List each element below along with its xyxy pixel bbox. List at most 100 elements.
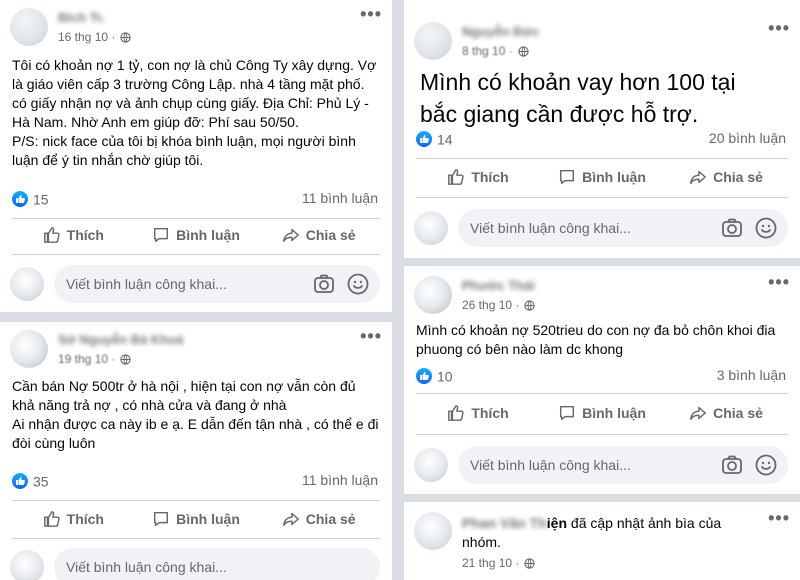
share-icon (690, 170, 707, 185)
avatar[interactable] (414, 276, 452, 314)
avatar[interactable] (414, 211, 448, 245)
thumbs-up-icon (448, 169, 465, 185)
post-meta: 21 thg 10 · (462, 556, 536, 570)
avatar[interactable] (414, 512, 452, 550)
divider (416, 393, 788, 394)
comment-input[interactable]: Viết bình luận công khai... (458, 446, 788, 484)
comment-placeholder: Viết bình luận công khai... (66, 276, 227, 292)
comment-label: Bình luận (582, 169, 646, 185)
post-meta: 8 thg 10 · (462, 44, 529, 58)
emoji-icon[interactable] (346, 272, 370, 296)
avatar[interactable] (10, 267, 44, 301)
author-name[interactable]: Nguyễn Đức (462, 24, 539, 39)
post-meta: 16 thg 10 · (58, 30, 132, 44)
more-options-icon[interactable]: ••• (360, 5, 382, 23)
post-card: Sở Nguyễn Bá Khoá 19 thg 10 · ••• Cần bá… (0, 322, 392, 580)
comment-count[interactable]: 20 bình luận (709, 130, 786, 146)
post-date[interactable]: 26 thg 10 · (462, 298, 519, 312)
activity-line: Phan Văn Thiện đã cập nhật ảnh bìa của n… (462, 514, 732, 552)
share-icon (690, 406, 707, 421)
post-card: Bích Tr. 16 thg 10 · ••• Tôi có khoản nợ… (0, 0, 392, 312)
divider (12, 500, 380, 501)
avatar[interactable] (10, 550, 44, 580)
reaction-count[interactable]: 14 (437, 131, 453, 147)
share-button[interactable]: Chia sẻ (664, 162, 788, 192)
comment-composer: Viết bình luận công khai... (414, 209, 788, 247)
action-bar: Thích Bình luận Chia sẻ (416, 162, 788, 192)
like-label: Thích (471, 169, 509, 185)
camera-icon[interactable] (720, 216, 744, 240)
post-card: Nguyễn Đức 8 thg 10 · ••• Mình có khoản … (404, 0, 800, 258)
comment-button[interactable]: Bình luận (540, 398, 664, 428)
action-bar: Thích Bình luận Chia sẻ (12, 504, 380, 534)
avatar[interactable] (414, 448, 448, 482)
globe-icon (524, 299, 536, 311)
post-header: Bích Tr. 16 thg 10 · ••• (10, 5, 382, 48)
comment-button[interactable]: Bình luận (135, 504, 258, 534)
globe-icon (524, 557, 536, 569)
divider (416, 197, 788, 198)
comment-button[interactable]: Bình luận (135, 220, 258, 250)
post-meta: 19 thg 10 · (58, 352, 132, 366)
comment-count[interactable]: 3 bình luận (717, 367, 786, 383)
reaction-count[interactable]: 35 (33, 473, 49, 489)
reaction-summary: 10 3 bình luận (416, 367, 786, 387)
like-button[interactable]: Thích (416, 162, 540, 192)
like-button[interactable]: Thích (12, 220, 135, 250)
share-label: Chia sẻ (305, 227, 356, 243)
comment-composer: Viết bình luận công khai... (414, 446, 788, 484)
comment-label: Bình luận (582, 405, 646, 421)
avatar[interactable] (10, 8, 48, 46)
comment-button[interactable]: Bình luận (540, 162, 664, 192)
divider (12, 254, 380, 255)
comment-composer: Viết bình luận công khai... (10, 265, 380, 303)
share-button[interactable]: Chia sẻ (257, 504, 380, 534)
post-date[interactable]: 21 thg 10 · (462, 556, 519, 570)
thumbs-up-icon (43, 511, 60, 527)
camera-icon[interactable] (720, 453, 744, 477)
like-reaction-icon[interactable] (12, 473, 28, 490)
like-reaction-icon[interactable] (416, 131, 432, 148)
post-text: Cần bán Nợ 500tr ở hà nội , hiện tại con… (12, 378, 379, 451)
author-name[interactable]: Sở Nguyễn Bá Khoá (58, 332, 184, 347)
comment-input[interactable]: Viết bình luận công khai... (54, 265, 380, 303)
post-header: Phan Văn Thiện đã cập nhật ảnh bìa của n… (414, 509, 790, 570)
author-name[interactable]: Phước Thái (462, 278, 535, 293)
reaction-count[interactable]: 10 (437, 368, 453, 384)
more-options-icon[interactable]: ••• (360, 327, 382, 345)
reaction-summary: 15 11 bình luận (12, 190, 378, 210)
share-button[interactable]: Chia sẻ (257, 220, 380, 250)
post-date[interactable]: 16 thg 10 · (58, 30, 115, 44)
reaction-count[interactable]: 15 (33, 191, 49, 207)
comment-icon (154, 227, 169, 243)
action-bar: Thích Bình luận Chia sẻ (416, 398, 788, 428)
comment-input[interactable]: Viết bình luận công khai... (458, 209, 788, 247)
post-date[interactable]: 8 thg 10 · (462, 44, 513, 58)
author-name[interactable]: iện (547, 515, 567, 531)
author-name[interactable]: Bích Tr. (58, 10, 105, 25)
more-options-icon[interactable]: ••• (768, 273, 790, 291)
globe-icon (518, 45, 529, 57)
post-header: Sở Nguyễn Bá Khoá 19 thg 10 · ••• (10, 327, 382, 370)
comment-count[interactable]: 11 bình luận (302, 190, 378, 206)
comment-count[interactable]: 11 bình luận (302, 472, 378, 488)
avatar[interactable] (414, 22, 452, 60)
avatar[interactable] (10, 330, 48, 368)
comment-input[interactable]: Viết bình luận công khai... (54, 548, 380, 580)
post-date[interactable]: 19 thg 10 · (58, 352, 115, 366)
like-button[interactable]: Thích (12, 504, 135, 534)
post-header: Phước Thái 26 thg 10 · ••• (414, 273, 790, 316)
emoji-icon[interactable] (754, 453, 778, 477)
share-button[interactable]: Chia sẻ (664, 398, 788, 428)
like-reaction-icon[interactable] (12, 191, 28, 208)
post-header: Nguyễn Đức 8 thg 10 · ••• (414, 19, 790, 62)
like-reaction-icon[interactable] (416, 368, 432, 385)
author-name-blurred[interactable]: Phan Văn Th (462, 515, 547, 531)
more-options-icon[interactable]: ••• (768, 509, 790, 527)
emoji-icon[interactable] (754, 216, 778, 240)
share-label: Chia sẻ (713, 169, 763, 185)
like-button[interactable]: Thích (416, 398, 540, 428)
camera-icon[interactable] (312, 272, 336, 296)
more-options-icon[interactable]: ••• (768, 19, 790, 37)
like-label: Thích (66, 227, 104, 243)
